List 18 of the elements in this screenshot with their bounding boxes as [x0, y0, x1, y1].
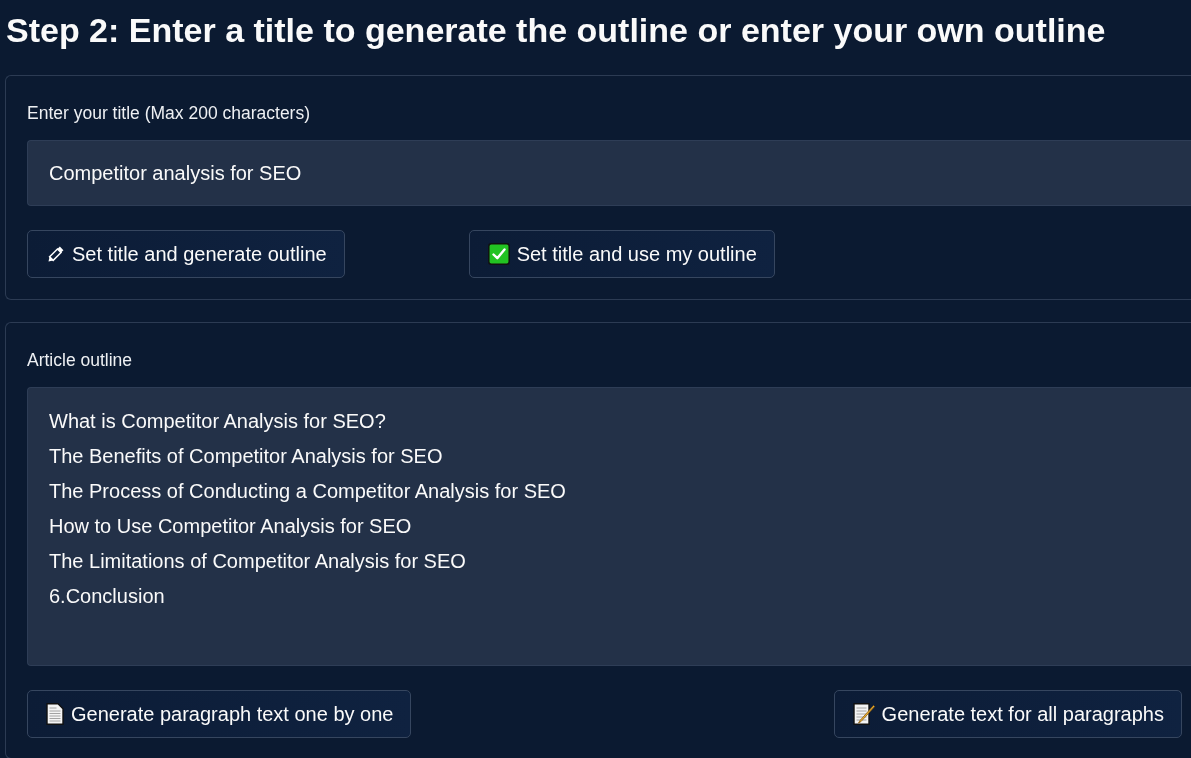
- outline-label: Article outline: [27, 350, 134, 370]
- outline-line: 6.Conclusion: [49, 584, 165, 609]
- outline-line: The Process of Conducting a Competitor Analysis for SEO: [49, 479, 566, 504]
- document-icon: [46, 703, 64, 725]
- check-box-icon: [487, 243, 510, 265]
- outline-line: The Benefits of Competitor Analysis for SEO: [49, 444, 443, 469]
- outline-line: How to Use Competitor Analysis for SEO: [49, 514, 412, 539]
- generate-button[interactable]: Generate text for all paragraphs: [833, 690, 1182, 738]
- memo-pencil-icon: [852, 703, 875, 725]
- action-button[interactable]: Set title and generate outline: [27, 230, 345, 278]
- action-button[interactable]: Set title and use my outline: [468, 230, 775, 278]
- outline-textarea[interactable]: [27, 387, 1191, 666]
- outline-line: What is Competitor Analysis for SEO?: [49, 409, 386, 434]
- title-input[interactable]: Competitor analysis for SEO: [27, 140, 1191, 206]
- title-label: Enter your title (Max 200 characters): [27, 103, 312, 123]
- outline-line: The Limitations of Competitor Analysis for SEO: [49, 549, 466, 574]
- page-heading: Step 2: Enter a title to generate the outline or enter your own outline: [6, 10, 1107, 50]
- generate-button[interactable]: Generate paragraph text one by one: [27, 690, 412, 738]
